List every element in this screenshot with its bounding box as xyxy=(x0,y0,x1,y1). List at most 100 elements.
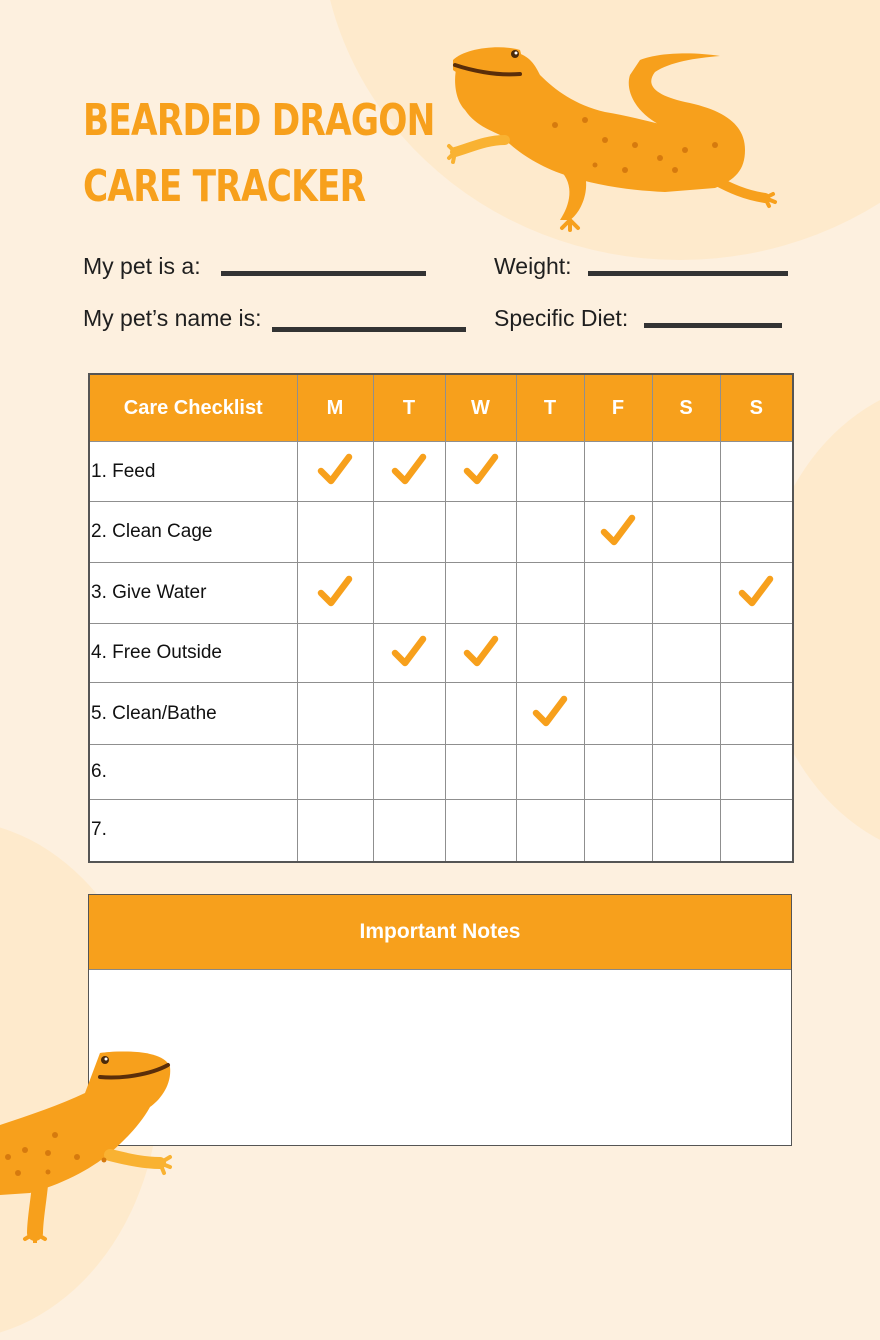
checkmark-icon xyxy=(315,449,355,489)
day-cell[interactable] xyxy=(444,501,517,563)
day-cell[interactable] xyxy=(444,441,517,502)
day-cell[interactable] xyxy=(719,562,794,624)
checkmark-icon xyxy=(389,631,429,671)
day-cell[interactable] xyxy=(583,501,653,563)
checklist-header: Care Checklist xyxy=(88,373,298,442)
pet-type-field[interactable]: My pet is a: xyxy=(83,253,426,280)
day-cell[interactable] xyxy=(719,682,794,745)
checkmark-icon xyxy=(461,449,501,489)
day-cell[interactable] xyxy=(372,744,446,800)
weight-field[interactable]: Weight: xyxy=(494,253,788,280)
task-label: 1. Feed xyxy=(88,441,298,502)
task-label: 2. Clean Cage xyxy=(88,501,298,563)
day-cell[interactable] xyxy=(372,562,446,624)
day-cell[interactable] xyxy=(583,562,653,624)
notes-content[interactable] xyxy=(89,970,791,1145)
checklist-row: 2. Clean Cage xyxy=(88,501,794,563)
weight-input[interactable] xyxy=(587,271,788,276)
day-header: F xyxy=(583,373,653,442)
day-cell[interactable] xyxy=(719,744,794,800)
checklist-row: 6. xyxy=(88,744,794,800)
day-cell[interactable] xyxy=(583,682,653,745)
bearded-dragon-top-icon xyxy=(447,47,777,232)
bearded-dragon-bottom-icon xyxy=(0,1051,172,1243)
day-header: M xyxy=(296,373,374,442)
day-cell[interactable] xyxy=(444,623,517,683)
checkmark-icon xyxy=(530,691,570,731)
day-cell[interactable] xyxy=(651,441,721,502)
pet-name-input[interactable] xyxy=(271,327,466,332)
title-line-2: CARE TRACKER xyxy=(83,161,366,212)
task-label: 6. xyxy=(88,744,298,800)
important-notes-box: Important Notes xyxy=(88,894,792,1146)
checkmark-icon xyxy=(461,631,501,671)
day-cell[interactable] xyxy=(651,799,721,862)
day-cell[interactable] xyxy=(583,441,653,502)
diet-label: Specific Diet: xyxy=(494,305,629,331)
diet-input[interactable] xyxy=(644,323,783,328)
day-cell[interactable] xyxy=(372,501,446,563)
day-header: W xyxy=(444,373,517,442)
day-header: S xyxy=(651,373,721,442)
day-cell[interactable] xyxy=(651,744,721,800)
day-cell[interactable] xyxy=(719,799,794,862)
day-cell[interactable] xyxy=(296,441,374,502)
day-cell[interactable] xyxy=(296,682,374,745)
day-cell[interactable] xyxy=(296,562,374,624)
day-cell[interactable] xyxy=(296,744,374,800)
day-cell[interactable] xyxy=(296,799,374,862)
day-cell[interactable] xyxy=(444,799,517,862)
task-label: 4. Free Outside xyxy=(88,623,298,683)
day-cell[interactable] xyxy=(719,623,794,683)
task-label: 5. Clean/Bathe xyxy=(88,682,298,745)
title-line-1: BEARDED DRAGON xyxy=(83,95,435,146)
day-cell[interactable] xyxy=(651,562,721,624)
day-cell[interactable] xyxy=(515,682,585,745)
checklist-row: 5. Clean/Bathe xyxy=(88,682,794,745)
checklist-row: 7. xyxy=(88,799,794,862)
pet-type-label: My pet is a: xyxy=(83,253,201,279)
checklist-row: 4. Free Outside xyxy=(88,623,794,683)
pet-name-field[interactable]: My pet’s name is: xyxy=(83,305,466,332)
day-cell[interactable] xyxy=(296,623,374,683)
day-header: T xyxy=(515,373,585,442)
day-cell[interactable] xyxy=(651,501,721,563)
care-checklist-table: Care Checklist M T W T F S S 1. Feed 2. C… xyxy=(88,373,794,863)
task-label: 7. xyxy=(88,799,298,862)
checklist-row: 3. Give Water xyxy=(88,562,794,624)
day-cell[interactable] xyxy=(372,441,446,502)
day-cell[interactable] xyxy=(719,501,794,563)
weight-label: Weight: xyxy=(494,253,572,279)
pet-name-label: My pet’s name is: xyxy=(83,305,262,331)
day-cell[interactable] xyxy=(444,682,517,745)
day-cell[interactable] xyxy=(515,623,585,683)
diet-field[interactable]: Specific Diet: xyxy=(494,305,783,332)
day-cell[interactable] xyxy=(583,799,653,862)
day-cell[interactable] xyxy=(515,562,585,624)
checkmark-icon xyxy=(736,571,776,611)
day-cell[interactable] xyxy=(583,744,653,800)
checkmark-icon xyxy=(389,449,429,489)
day-cell[interactable] xyxy=(515,744,585,800)
day-cell[interactable] xyxy=(372,623,446,683)
day-cell[interactable] xyxy=(651,623,721,683)
day-cell[interactable] xyxy=(444,562,517,624)
notes-header: Important Notes xyxy=(89,895,791,970)
day-cell[interactable] xyxy=(515,799,585,862)
day-header: S xyxy=(719,373,794,442)
day-cell[interactable] xyxy=(372,799,446,862)
day-header: T xyxy=(372,373,446,442)
day-cell[interactable] xyxy=(583,623,653,683)
day-cell[interactable] xyxy=(651,682,721,745)
page-title: BEARDED DRAGON CARE TRACKER xyxy=(83,88,435,220)
checkmark-icon xyxy=(315,571,355,611)
day-cell[interactable] xyxy=(515,441,585,502)
day-cell[interactable] xyxy=(719,441,794,502)
day-cell[interactable] xyxy=(444,744,517,800)
day-cell[interactable] xyxy=(515,501,585,563)
day-cell[interactable] xyxy=(296,501,374,563)
task-label: 3. Give Water xyxy=(88,562,298,624)
day-cell[interactable] xyxy=(372,682,446,745)
pet-type-input[interactable] xyxy=(220,271,426,276)
checkmark-icon xyxy=(598,510,638,550)
